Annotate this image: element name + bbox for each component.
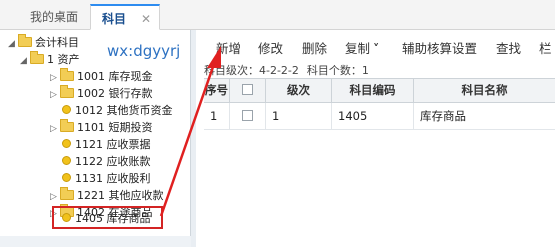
expand-closed-icon[interactable]: ▷: [50, 87, 60, 104]
tree-node-label: 1121 应收票据: [75, 138, 151, 151]
folder-icon: [60, 119, 74, 132]
tab-my-desktop[interactable]: 我的桌面: [20, 4, 88, 30]
tree-node-label: 1221 其他应收款: [77, 189, 164, 202]
highlight-box: [52, 206, 163, 229]
tree-node-root[interactable]: ◢ 会计科目: [8, 34, 79, 51]
folder-icon: [60, 187, 74, 200]
tree-node-1012[interactable]: 1012 其他货币资金: [62, 102, 173, 119]
leaf-dot-icon: [62, 173, 71, 182]
level-label: 科目级次：: [204, 64, 259, 77]
col-select-header: [230, 79, 266, 102]
tab-bar: 我的桌面 科目 ✕: [0, 0, 555, 30]
leaf-dot-icon: [62, 105, 71, 114]
table-row[interactable]: 1 1 1405 库存商品: [204, 103, 555, 130]
accounts-grid: 序号 级次 科目编码 科目名称 1 1 1405 库存商品: [204, 78, 555, 247]
col-index-header: 序号: [204, 79, 230, 102]
tree-node-1121[interactable]: 1121 应收票据: [62, 136, 151, 153]
tree-node-label: 1131 应收股利: [75, 172, 151, 185]
cell-select: [230, 103, 266, 129]
tab-accounts-label: 科目: [102, 12, 127, 26]
close-icon[interactable]: ✕: [141, 6, 151, 32]
leaf-dot-icon: [62, 156, 71, 165]
find-button[interactable]: 查找: [496, 38, 521, 57]
tree-node-label: 1101 短期投资: [77, 121, 153, 134]
edit-button[interactable]: 修改: [258, 38, 283, 57]
tree-node-label: 1002 银行存款: [77, 87, 153, 100]
cell-index: 1: [204, 103, 230, 129]
tree-node-1002[interactable]: ▷ 1002 银行存款: [50, 85, 153, 102]
tree-node-1001[interactable]: ▷ 1001 库存现金: [50, 68, 153, 85]
add-button[interactable]: 新增: [216, 38, 241, 57]
cell-name: 库存商品: [420, 109, 466, 123]
toolbar: 新增 修改 删除 复制 ˅ 辅助核算设置 查找 栏: [196, 30, 555, 60]
tree-node-assets[interactable]: ◢ 1 资产: [20, 51, 80, 68]
tab-accounts[interactable]: 科目 ✕: [90, 4, 160, 30]
level-value: 4-2-2-2: [259, 64, 299, 77]
count-value: 1: [361, 64, 369, 77]
copy-dropdown[interactable]: 复制 ˅: [345, 38, 379, 57]
select-all-checkbox[interactable]: [242, 84, 253, 95]
folder-icon: [30, 51, 44, 64]
delete-button[interactable]: 删除: [302, 38, 327, 57]
row-checkbox[interactable]: [242, 110, 253, 121]
watermark-text: wx:dgyyrj: [107, 42, 181, 60]
expand-open-icon[interactable]: ◢: [8, 36, 18, 53]
tree-node-1122[interactable]: 1122 应收账款: [62, 153, 151, 170]
copy-label: 复制: [345, 41, 371, 56]
column-button[interactable]: 栏: [539, 38, 552, 57]
tree-bottom-strip: [0, 236, 191, 247]
tree-node-label: 1122 应收账款: [75, 155, 151, 168]
grid-header: 序号 级次 科目编码 科目名称: [204, 78, 555, 103]
folder-icon: [60, 85, 74, 98]
leaf-dot-icon: [62, 139, 71, 148]
folder-icon: [60, 68, 74, 81]
col-name-header: 科目名称: [461, 83, 508, 97]
tree-node-label: 1 资产: [47, 53, 80, 66]
expand-closed-icon[interactable]: ▷: [50, 121, 60, 138]
folder-icon: [18, 34, 32, 47]
cell-level: 1: [266, 103, 332, 129]
chevron-down-icon: ˅: [373, 41, 380, 56]
account-info: 科目级次：4-2-2-2 科目个数：1: [204, 62, 369, 78]
cell-code: 1405: [332, 103, 414, 129]
col-level-header: 级次: [266, 79, 332, 102]
tree-node-1221[interactable]: ▷ 1221 其他应收款: [50, 187, 164, 204]
expand-open-icon[interactable]: ◢: [20, 53, 30, 70]
count-label: 科目个数：: [306, 64, 362, 77]
col-code-header: 科目编码: [332, 79, 414, 102]
tree-node-label: 会计科目: [35, 36, 79, 49]
tree-node-label: 1001 库存现金: [77, 70, 153, 83]
tree-node-1131[interactable]: 1131 应收股利: [62, 170, 151, 187]
tree-node-label: 1012 其他货币资金: [75, 104, 173, 117]
panel-splitter[interactable]: [191, 30, 196, 247]
tree-node-1101[interactable]: ▷ 1101 短期投资: [50, 119, 153, 136]
aux-accounting-button[interactable]: 辅助核算设置: [402, 38, 477, 57]
